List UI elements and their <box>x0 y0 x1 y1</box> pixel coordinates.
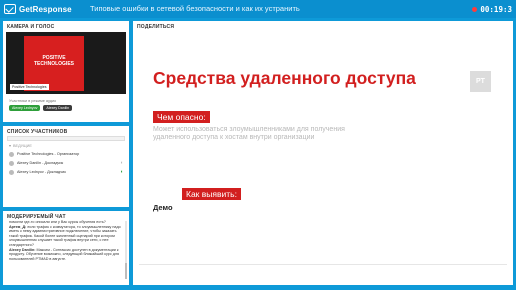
microphone-icon: ◖ <box>120 159 124 166</box>
presenter-slide-thumbnail: POSITIVE TECHNOLOGIES <box>24 36 84 91</box>
camera-caption: Positive Technologies <box>10 84 49 90</box>
chat-panel: МОДЕРИРУЕМЫЙ ЧАТ помогли где-то описали … <box>3 211 129 285</box>
timer: 00:19:3 <box>472 3 512 15</box>
chat-scrollbar[interactable] <box>125 221 127 279</box>
detect-label: Как выявить: <box>182 188 241 200</box>
chat-message: Alexey Danilin: Максим - Синтаксис досту… <box>9 248 123 262</box>
participant-name: Alexey Lednyov - Докладчик <box>17 170 66 174</box>
audio-participant-name: Alexey Danilin <box>46 106 70 110</box>
participants-search-input[interactable] <box>7 136 125 141</box>
camera-panel: КАМЕРА И ГОЛОС POSITIVE TECHNOLOGIES Pos… <box>3 21 129 122</box>
danger-label: Чем опасно: <box>153 111 210 123</box>
hosts-group-label: ВЕДУЩИЕ <box>13 143 32 148</box>
pt-logo: PT <box>470 71 491 92</box>
participant-name: Positive Technologies - Организатор <box>17 152 80 156</box>
chevron-down-icon: ▾ <box>9 143 12 148</box>
chat-author: Alexey Danilin: <box>9 247 36 252</box>
user-icon <box>9 169 14 175</box>
share-panel: ПОДЕЛИТЬСЯ Средства удаленного доступа P… <box>133 21 513 285</box>
chat-author: Артем_Д: <box>9 224 27 229</box>
envelope-icon <box>4 4 16 14</box>
logo-text: GetResponse <box>19 4 72 14</box>
user-icon <box>9 160 14 166</box>
thumbnail-text: POSITIVE TECHNOLOGIES <box>33 55 74 67</box>
recording-dot-icon <box>472 6 478 12</box>
webinar-title: Типовые ошибки в сетевой безопасности и … <box>90 4 300 13</box>
chat-message-text: если трафик с коммутатора, то злоумышлен… <box>9 224 121 247</box>
danger-description: Может использоваться злоумышленниками дл… <box>153 126 345 142</box>
participant-row[interactable]: Alexey Danilin - Докладчик ◖ <box>9 159 125 167</box>
top-bar: GetResponse Типовые ошибки в сетевой без… <box>0 0 516 18</box>
user-icon <box>9 151 14 157</box>
speaker-active-icon: ◖ <box>120 168 124 175</box>
hosts-group-header[interactable]: ▾ ВЕДУЩИЕ <box>9 143 32 148</box>
participants-panel: СПИСОК УЧАСТНИКОВ ▾ ВЕДУЩИЕ Positive Tec… <box>3 126 129 207</box>
camera-panel-title: КАМЕРА И ГОЛОС <box>7 24 55 30</box>
chat-scrollbar-thumb[interactable] <box>125 263 127 279</box>
camera-video[interactable]: POSITIVE TECHNOLOGIES Positive Technolog… <box>6 32 126 94</box>
audio-participant-chip[interactable]: Alexey Lednyov <box>9 105 41 111</box>
audio-participants: Alexey Lednyov Alexey Danilin <box>9 105 73 111</box>
audio-participant-name: Alexey Lednyov <box>12 106 38 110</box>
getresponse-logo: GetResponse <box>4 3 72 15</box>
chat-message: Артем_Д: если трафик с коммутатора, то з… <box>9 225 123 248</box>
chat-message-text: помогли где-то описали или у Вас курсы о… <box>9 220 106 224</box>
detect-description: Демо <box>153 203 173 212</box>
audio-participants-note: Участники в режиме аудио <box>9 99 57 103</box>
chat-messages[interactable]: помогли где-то описали или у Вас курсы о… <box>9 220 123 280</box>
participant-row[interactable]: Positive Technologies - Организатор <box>9 150 125 158</box>
slide-heading: Средства удаленного доступа <box>153 68 416 88</box>
share-panel-title: ПОДЕЛИТЬСЯ <box>137 24 175 30</box>
audio-participant-chip[interactable]: Alexey Danilin <box>43 105 73 111</box>
presentation-slide: Средства удаленного доступа PT Чем опасн… <box>139 33 507 265</box>
timer-text: 00:19:3 <box>480 4 512 14</box>
participant-row[interactable]: Alexey Lednyov - Докладчик ◖ <box>9 168 125 176</box>
participant-name: Alexey Danilin - Докладчик <box>17 161 64 165</box>
